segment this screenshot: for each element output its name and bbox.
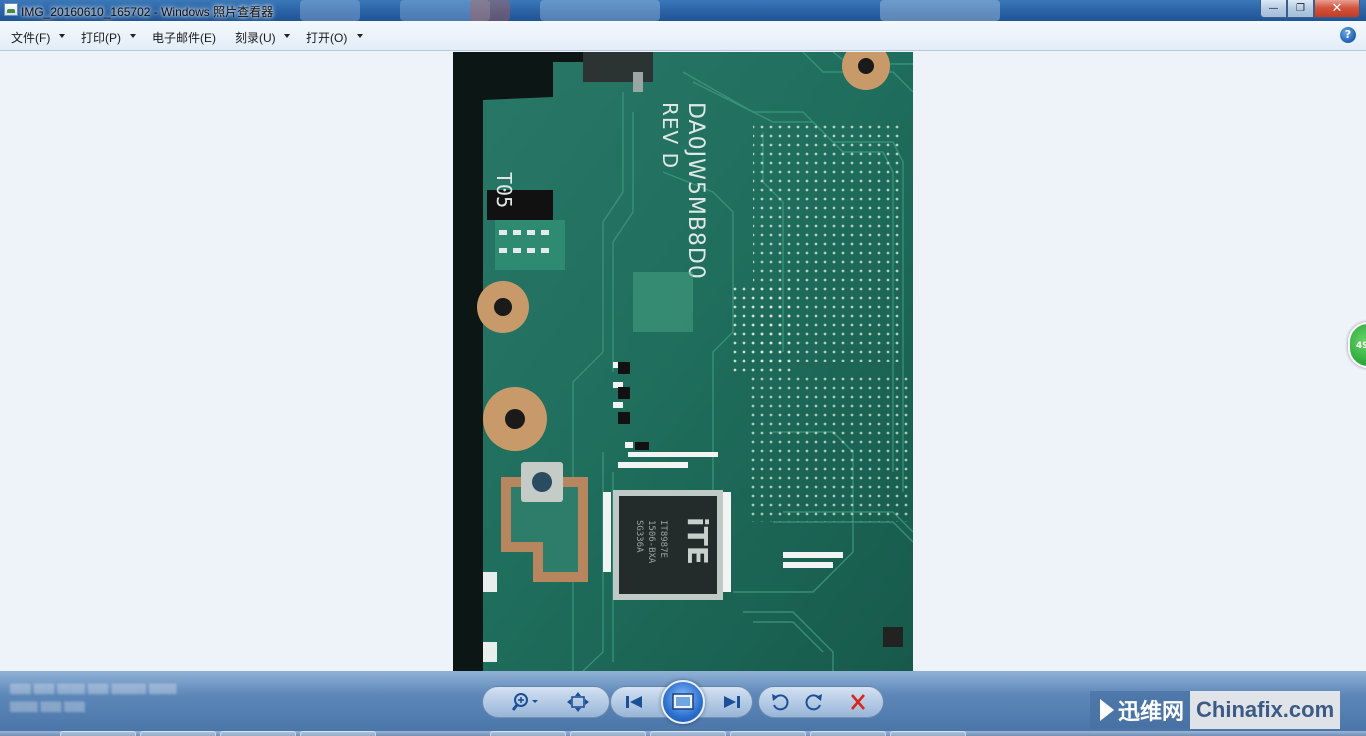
slideshow-button[interactable] <box>661 680 705 724</box>
menu-email[interactable]: 电子邮件(E) <box>152 29 216 46</box>
fit-window-icon <box>567 692 589 712</box>
previous-button[interactable] <box>620 692 648 712</box>
taskbar-item[interactable] <box>60 731 136 736</box>
menu-burn-dropdown-icon[interactable] <box>284 34 290 38</box>
next-button[interactable] <box>718 692 746 712</box>
title-bar[interactable]: IMG_20160610_165702 - Windows 照片查看器 — ❐ … <box>0 0 1366 21</box>
taskbar-item[interactable] <box>300 731 376 736</box>
close-icon: ✕ <box>1331 1 1343 16</box>
watermark-left-text: 迅维网 <box>1118 700 1185 725</box>
rotate-counterclockwise-button[interactable] <box>768 692 792 712</box>
taskbar-item[interactable] <box>570 731 646 736</box>
menu-open[interactable]: 打开(O) <box>306 29 347 46</box>
menu-print-dropdown-icon[interactable] <box>130 34 136 38</box>
zoom-fit-group <box>482 686 610 718</box>
restore-button[interactable]: ❐ <box>1287 0 1314 18</box>
fit-window-button[interactable] <box>566 692 590 712</box>
blurred-background: ▒▒▒ ▒▒▒ ▒▒▒▒ ▒▒▒ ▒▒▒▒▒ ▒▒▒▒ <box>10 685 177 695</box>
menu-open-dropdown-icon[interactable] <box>357 34 363 38</box>
taskbar <box>0 731 1366 736</box>
chip-line2-text: 1506-BXA <box>646 520 656 564</box>
chip-line3-text: SG336A <box>634 520 644 553</box>
rotate-counterclockwise-icon <box>772 694 789 711</box>
rotate-clockwise-icon <box>805 694 822 711</box>
rotate-clockwise-button[interactable] <box>802 692 826 712</box>
minimize-button[interactable]: — <box>1260 0 1287 18</box>
help-icon[interactable]: ? <box>1340 27 1356 43</box>
board-model-text: DA0JW5MB8D0 <box>683 102 708 280</box>
menu-burn[interactable]: 刻录(U) <box>235 29 276 46</box>
restore-icon: ❐ <box>1296 3 1305 14</box>
taskbar-item[interactable] <box>890 731 966 736</box>
slideshow-icon <box>672 693 694 710</box>
window-title: IMG_20160610_165702 - Windows 照片查看器 <box>21 5 274 19</box>
circuit-board-image: T05 DA0JW5MB8D0 REV D iTE IT8987E 1506-B… <box>453 52 913 671</box>
delete-icon <box>851 694 865 710</box>
minimize-icon: — <box>1268 3 1279 14</box>
site-watermark: 迅维网 Chinafix.com <box>1090 691 1341 729</box>
menu-file[interactable]: 文件(F) <box>11 29 50 46</box>
chip-line1-text: IT8987E <box>658 520 668 558</box>
previous-icon <box>626 696 642 708</box>
taskbar-item[interactable] <box>810 731 886 736</box>
caption-buttons: — ❐ ✕ <box>1260 0 1360 18</box>
delete-button[interactable] <box>846 692 870 712</box>
watermark-arrow-icon <box>1100 699 1114 721</box>
control-bar: ▒▒▒ ▒▒▒ ▒▒▒▒ ▒▒▒ ▒▒▒▒▒ ▒▒▒▒ ▒▒▒▒ ▒▒▒ ▒▒▒ <box>0 671 1366 731</box>
menu-bar: 文件(F) 打印(P) 电子邮件(E) 刻录(U) 打开(O) ? <box>0 21 1366 51</box>
image-viewing-area[interactable]: T05 DA0JW5MB8D0 REV D iTE IT8987E 1506-B… <box>0 52 1366 671</box>
menu-file-dropdown-icon[interactable] <box>59 34 65 38</box>
floating-badge[interactable]: 49 <box>1348 322 1366 368</box>
taskbar-item[interactable] <box>650 731 726 736</box>
blurred-background-2: ▒▒▒▒ ▒▒▒ ▒▒▒ <box>10 703 85 713</box>
silk-label-text: T05 <box>492 172 516 208</box>
taskbar-item[interactable] <box>490 731 566 736</box>
circuit-board-photo: T05 DA0JW5MB8D0 REV D iTE IT8987E 1506-B… <box>453 52 913 671</box>
taskbar-item[interactable] <box>730 731 806 736</box>
floating-badge-text: 49 <box>1356 341 1366 351</box>
zoom-button[interactable] <box>508 692 544 712</box>
chip-brand-text: iTE <box>681 517 714 565</box>
photo-viewer-app-icon <box>4 3 18 16</box>
taskbar-item[interactable] <box>140 731 216 736</box>
close-button[interactable]: ✕ <box>1314 0 1360 18</box>
watermark-right-text: Chinafix.com <box>1196 697 1335 722</box>
taskbar-item[interactable] <box>220 731 296 736</box>
board-rev-text: REV D <box>658 102 682 169</box>
zoom-icon <box>511 693 538 711</box>
next-icon <box>724 696 740 708</box>
menu-print[interactable]: 打印(P) <box>81 29 121 46</box>
